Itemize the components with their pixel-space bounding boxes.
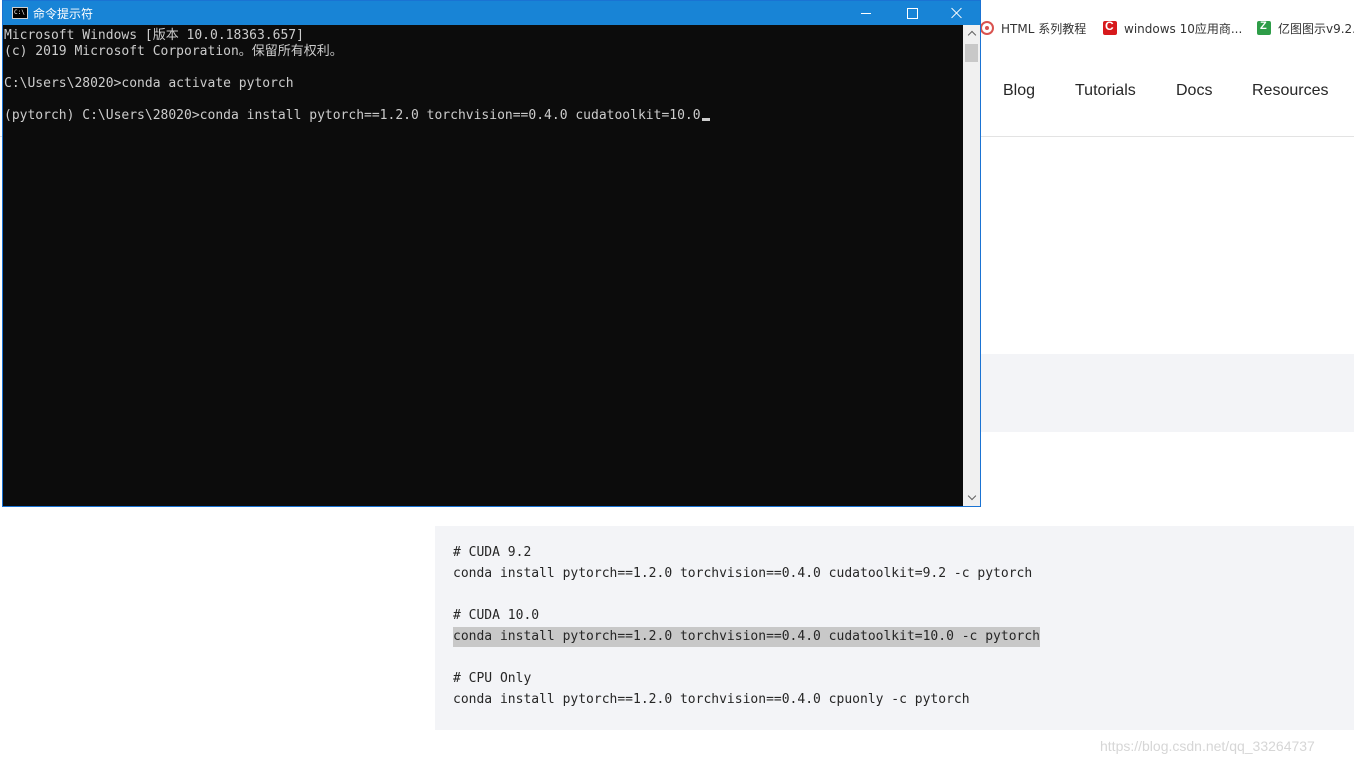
bookmark-label: HTML 系列教程: [1001, 21, 1087, 36]
cmd-window[interactable]: C:\ 命令提示符 Microsoft Windows [版本 10.0.183…: [2, 0, 981, 507]
install-code-block: # CUDA 9.2 conda install pytorch==1.2.0 …: [435, 526, 1354, 730]
close-button[interactable]: [934, 1, 980, 25]
nav-tutorials[interactable]: Tutorials: [1075, 82, 1136, 100]
code-comment: # CPU Only: [453, 671, 532, 686]
minimize-icon: [861, 12, 871, 14]
scroll-down-button[interactable]: [963, 489, 980, 506]
edraw-z-icon: [1257, 20, 1271, 35]
text-cursor: [701, 118, 710, 121]
console-line: (c) 2019 Microsoft Corporation。保留所有权利。: [4, 44, 343, 59]
code-command: conda install pytorch==1.2.0 torchvision…: [453, 692, 970, 707]
bookmark-edraw[interactable]: 亿图图示v9.2.: [1257, 18, 1354, 38]
title-bar[interactable]: C:\ 命令提示符: [3, 1, 980, 25]
chevron-down-icon: [967, 491, 976, 501]
bookmark-html-tutorial[interactable]: HTML 系列教程: [980, 18, 1086, 38]
maximize-button[interactable]: [889, 1, 935, 25]
html-icon: [980, 21, 994, 35]
code-comment: # CUDA 10.0: [453, 608, 540, 623]
close-icon: [951, 7, 963, 19]
console-input-line[interactable]: (pytorch) C:\Users\28020>conda install p…: [4, 108, 710, 124]
scroll-thumb[interactable]: [965, 44, 978, 62]
nav-docs[interactable]: Docs: [1176, 82, 1212, 100]
code-command: conda install pytorch==1.2.0 torchvision…: [453, 566, 1033, 581]
code-command-selected: conda install pytorch==1.2.0 torchvision…: [453, 627, 1040, 647]
scroll-up-button[interactable]: [963, 25, 980, 42]
code-comment: # CUDA 9.2: [453, 545, 532, 560]
watermark: https://blog.csdn.net/qq_33264737: [1100, 738, 1315, 754]
chevron-up-icon: [967, 30, 976, 40]
bookmark-label: windows 10应用商...: [1124, 21, 1243, 36]
minimize-button[interactable]: [843, 1, 889, 25]
vertical-scrollbar[interactable]: [963, 25, 980, 506]
console-command-text: (pytorch) C:\Users\28020>conda install p…: [4, 108, 701, 123]
bookmark-label: 亿图图示v9.2.: [1278, 21, 1354, 36]
console-line: Microsoft Windows [版本 10.0.18363.657]: [4, 28, 304, 43]
maximize-icon: [906, 7, 918, 19]
bookmark-windows-store[interactable]: windows 10应用商...: [1103, 18, 1242, 38]
nav-resources[interactable]: Resources: [1252, 82, 1328, 100]
nav-blog[interactable]: Blog: [1003, 82, 1035, 100]
console-line: C:\Users\28020>conda activate pytorch: [4, 76, 294, 91]
csdn-c-icon: [1103, 19, 1117, 35]
console-output[interactable]: Microsoft Windows [版本 10.0.18363.657] (c…: [3, 25, 963, 506]
cmd-icon: C:\: [12, 7, 28, 19]
section-band: [980, 354, 1354, 432]
window-title: 命令提示符: [33, 7, 94, 21]
